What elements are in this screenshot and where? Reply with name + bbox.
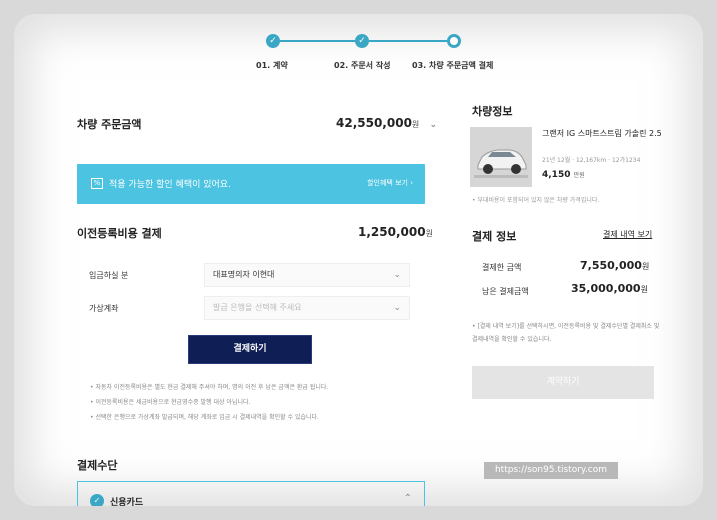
paid-amount-value: 7,550,000 bbox=[580, 259, 642, 272]
note-item: 선택한 은행으로 가상계좌 발급되며, 해당 계좌로 입금 시 결제내역을 확인… bbox=[90, 410, 420, 425]
progress-stepper: ✓ ✓ 01. 계약 02. 주문서 작성 03. 차량 주문금액 결제 bbox=[254, 34, 514, 74]
order-amount-value: 42,550,000 bbox=[336, 116, 412, 130]
note-item: 자동차 이전등록비용은 별도 현금 결제해 주셔야 하며, 명의 이전 후 남은… bbox=[90, 380, 420, 395]
payer-select[interactable]: 대표명의자 이현대 ⌄ bbox=[204, 263, 410, 287]
step-1-check-icon: ✓ bbox=[266, 34, 280, 48]
chevron-down-icon[interactable]: ⌄ bbox=[429, 120, 437, 130]
remaining-amount-label: 남은 결제금액 bbox=[482, 287, 529, 296]
discount-icon: % bbox=[91, 178, 103, 189]
payment-method-title: 결제수단 bbox=[77, 459, 118, 472]
car-price-unit: 만원 bbox=[573, 172, 585, 179]
car-price-value: 4,150 bbox=[542, 170, 571, 180]
chevron-down-icon: ⌄ bbox=[393, 303, 401, 313]
pay-button[interactable]: 결제하기 bbox=[188, 335, 312, 364]
won-unit: 원 bbox=[641, 262, 650, 271]
paid-amount: 7,550,000원 bbox=[580, 259, 649, 272]
step-2-check-icon: ✓ bbox=[355, 34, 369, 48]
payment-info-note: • [결제 내역 보기]를 선택하시면, 이전등록비용 및 결제수단별 결제취소… bbox=[472, 323, 660, 343]
discount-banner[interactable]: % 적용 가능한 할인 혜택이 있어요. 할인혜택 보기 › bbox=[77, 164, 425, 204]
step-label: 02. 주문서 작성 bbox=[334, 61, 391, 70]
credit-card-option[interactable]: ✓ 신용카드 ⌃ bbox=[77, 481, 425, 506]
car-name: 그랜저 IG 스마트스트림 가솔린 2.5 bbox=[542, 129, 662, 138]
car-image bbox=[470, 127, 532, 187]
watermark: https://son95.tistory.com bbox=[484, 462, 618, 479]
payer-value: 대표명의자 이현대 bbox=[213, 270, 275, 279]
won-unit: 원 bbox=[411, 120, 420, 129]
order-amount-title: 차량 주문금액 bbox=[77, 118, 142, 131]
won-unit: 원 bbox=[425, 229, 433, 238]
paid-amount-label: 결제한 금액 bbox=[482, 263, 522, 272]
payment-history-link[interactable]: 결제 내역 보기 bbox=[603, 229, 652, 240]
car-icon bbox=[470, 127, 532, 187]
remaining-amount: 35,000,000원 bbox=[571, 282, 648, 295]
transfer-notes: 자동차 이전등록비용은 별도 현금 결제해 주셔야 하며, 명의 이전 후 남은… bbox=[90, 380, 420, 425]
bank-select[interactable]: 발급 은행을 선택해 주세요 ⌄ bbox=[204, 296, 410, 320]
note-item: 이전등록비용은 세금비용으로 현금영수증 발행 대상 아닙니다. bbox=[90, 395, 420, 410]
step-3-current-icon bbox=[447, 34, 461, 48]
step-label: 03. 차량 주문금액 결제 bbox=[412, 61, 494, 70]
credit-card-label: 신용카드 bbox=[110, 498, 144, 506]
view-discount-link[interactable]: 할인혜택 보기 › bbox=[367, 178, 413, 188]
virtual-account-label: 가상계좌 bbox=[89, 304, 119, 313]
order-payment-page: ✓ ✓ 01. 계약 02. 주문서 작성 03. 차량 주문금액 결제 차량 … bbox=[14, 14, 703, 506]
payer-label: 입금하실 분 bbox=[89, 271, 129, 280]
step-connector bbox=[279, 40, 362, 42]
step-label: 01. 계약 bbox=[256, 61, 288, 70]
car-meta: 21년 12월 · 12,167km · 12가1234 bbox=[542, 157, 641, 164]
order-amount[interactable]: 42,550,000원 ⌄ bbox=[336, 116, 437, 130]
chevron-up-icon[interactable]: ⌃ bbox=[404, 493, 412, 504]
contract-button[interactable]: 계약하기 bbox=[472, 366, 654, 399]
transfer-fee-amount: 1,250,000원 bbox=[358, 225, 433, 239]
car-price-note: • 부대비용이 포함되어 있지 않은 차량 가격입니다. bbox=[472, 197, 600, 204]
vehicle-info-title: 차량정보 bbox=[472, 105, 513, 118]
step-connector bbox=[362, 40, 454, 42]
remaining-amount-value: 35,000,000 bbox=[571, 282, 641, 295]
payment-info-title: 결제 정보 bbox=[472, 230, 517, 243]
transfer-fee-title: 이전등록비용 결제 bbox=[77, 227, 162, 240]
bank-select-placeholder: 발급 은행을 선택해 주세요 bbox=[213, 303, 302, 312]
won-unit: 원 bbox=[640, 285, 648, 294]
discount-message: 적용 가능한 할인 혜택이 있어요. bbox=[109, 180, 231, 190]
car-price: 4,150 만원 bbox=[542, 170, 585, 180]
transfer-fee-value: 1,250,000 bbox=[358, 225, 426, 239]
chevron-down-icon: ⌄ bbox=[393, 270, 401, 280]
check-circle-icon: ✓ bbox=[90, 494, 104, 506]
